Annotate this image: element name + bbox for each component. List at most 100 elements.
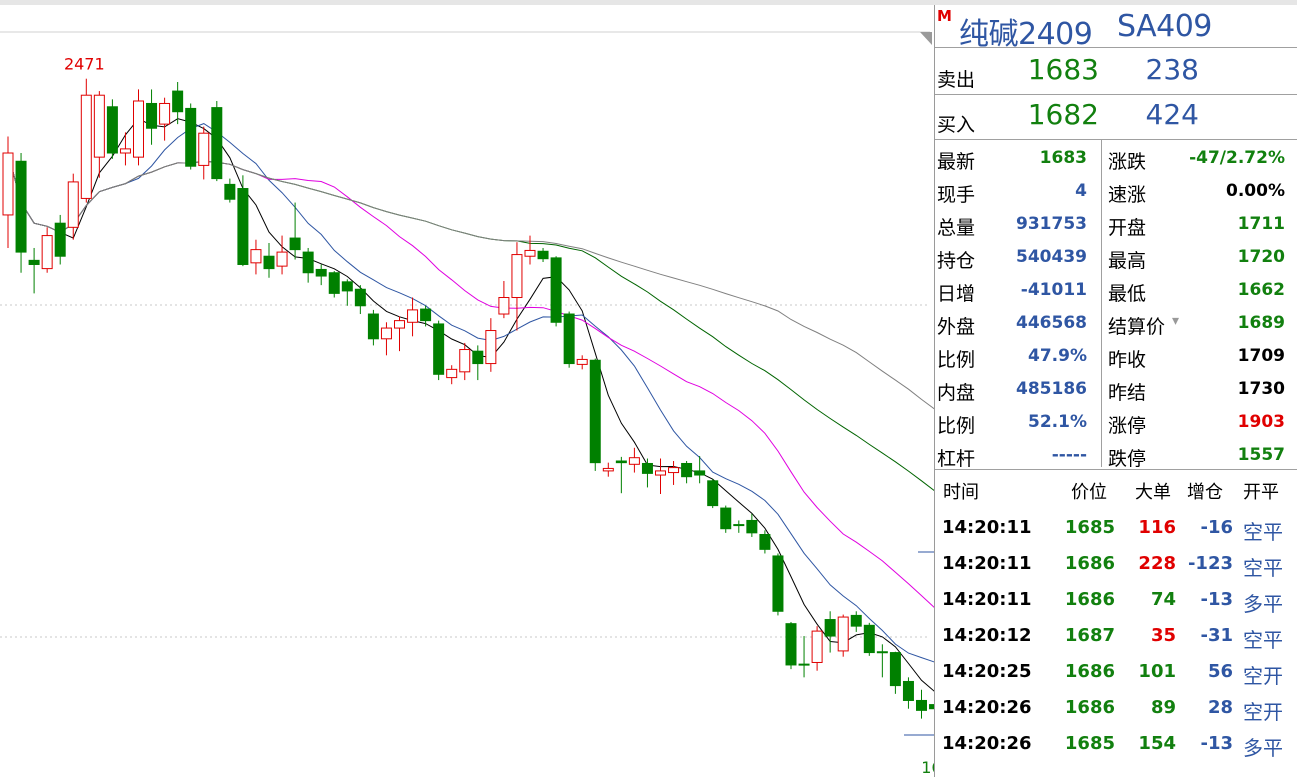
tick-oi-change: -13 [1200, 733, 1233, 754]
stat-value: -47/2.72% [1189, 148, 1285, 168]
kline-chart[interactable]: 2471 1662 [0, 5, 935, 777]
candle-down [224, 183, 236, 200]
sell-row[interactable]: 卖出 1683 238 [935, 51, 1297, 95]
sell-price: 1683 [1027, 53, 1099, 86]
candle-up [394, 320, 405, 329]
stat-label: 涨跌 [1108, 151, 1147, 173]
candle-up [446, 368, 458, 379]
candle-down [302, 251, 314, 274]
candle-up [93, 94, 105, 158]
stat-label: 速涨 [1108, 184, 1147, 206]
candle-down [694, 470, 706, 476]
tick-oi-change: -123 [1187, 553, 1233, 574]
buy-volume: 424 [1145, 98, 1199, 131]
candle-up [119, 148, 131, 154]
tick-row: 14:20:11 1686 228 -123 空平 [935, 547, 1297, 583]
candle-down [589, 359, 601, 464]
candle-down [15, 160, 27, 253]
tick-time: 14:20:11 [942, 517, 1032, 538]
candle-down [550, 257, 562, 323]
tick-volume: 154 [1138, 733, 1176, 754]
tick-oi-change: 28 [1207, 697, 1233, 718]
candle-down [850, 614, 862, 627]
stat-label: 跌停 [1108, 448, 1147, 470]
contract-code: SA409 [1117, 9, 1212, 44]
candle-down [472, 350, 484, 365]
candle-down [733, 524, 745, 527]
tick-price: 1686 [1064, 661, 1115, 682]
candle-down [772, 555, 784, 612]
quote-panel: M 纯碱2409 SA409 卖出 1683 238 买入 1682 424 最… [935, 5, 1297, 777]
candle-down [28, 259, 40, 265]
candle-down [354, 288, 366, 307]
candle-down [289, 237, 301, 251]
tick-price: 1686 [1064, 697, 1115, 718]
tick-volume: 74 [1150, 589, 1176, 610]
buy-row[interactable]: 买入 1682 424 [935, 96, 1297, 140]
candle-down [563, 313, 575, 365]
contract-title: M 纯碱2409 SA409 [935, 5, 1297, 52]
tick-oi-change: -13 [1200, 589, 1233, 610]
stat-row-right: 结算价 1689 [935, 307, 1297, 340]
chevron-down-icon[interactable]: ▾ [1172, 313, 1179, 329]
sell-label: 卖出 [937, 69, 976, 91]
stat-label: 涨停 [1108, 415, 1147, 437]
stat-value: 1730 [1237, 379, 1285, 399]
kline-chart-svg: 2471 1662 [0, 31, 934, 777]
stat-row-right: 跌停 1557 [935, 439, 1297, 472]
candle-down [863, 624, 875, 654]
corner-marker [920, 32, 932, 45]
ma10-line [7, 123, 934, 663]
candle-down [172, 90, 184, 113]
stat-label: 昨结 [1108, 382, 1147, 404]
tick-oi-change: 56 [1207, 661, 1233, 682]
candle-up [655, 470, 666, 476]
stat-label: 昨收 [1108, 349, 1147, 371]
ma60-line [7, 152, 934, 410]
tick-row: 14:20:25 1686 101 56 空开 [935, 655, 1297, 691]
candle-up [80, 94, 92, 199]
stat-label: 开盘 [1108, 217, 1147, 239]
stat-label: 最高 [1108, 250, 1147, 272]
candle-up [498, 297, 510, 315]
candle-up [524, 249, 536, 257]
tick-volume: 228 [1138, 553, 1176, 574]
divider [935, 139, 1297, 140]
tick-price: 1686 [1064, 589, 1115, 610]
high-price-label: 2471 [64, 55, 105, 74]
candle-up [459, 349, 471, 373]
candle-up [811, 630, 823, 663]
candle-down [146, 102, 158, 129]
tick-volume: 35 [1150, 625, 1176, 646]
stat-row-right: 速涨 0.00% [935, 175, 1297, 208]
tick-row: 14:20:12 1687 35 -31 空平 [935, 619, 1297, 655]
stat-value: 1720 [1237, 247, 1285, 267]
tick-price: 1687 [1064, 625, 1115, 646]
tick-open-close: 空开 [1243, 700, 1283, 724]
candle-down [889, 652, 901, 687]
candle-down [681, 462, 693, 478]
tick-open-close: 空开 [1243, 664, 1283, 688]
tick-row: 14:20:11 1686 74 -13 多平 [935, 583, 1297, 619]
tick-open-close: 多平 [1243, 592, 1283, 616]
stat-label: 结算价 [1108, 316, 1166, 338]
candle-up [133, 100, 144, 158]
candle-down [185, 107, 197, 167]
divider [935, 94, 1297, 95]
tick-oi-change: -16 [1200, 517, 1233, 538]
candle-up [67, 181, 79, 228]
stat-value: 1709 [1237, 346, 1285, 366]
stat-value: 1662 [1237, 280, 1285, 300]
stat-value: 1689 [1237, 313, 1285, 333]
tick-volume: 89 [1150, 697, 1176, 718]
buy-label: 买入 [937, 114, 976, 136]
candle-down [824, 619, 836, 637]
candle-down [106, 106, 118, 154]
candle-up [407, 309, 419, 323]
tick-row: 14:20:26 1686 89 28 空开 [935, 691, 1297, 727]
stat-value: 1557 [1237, 445, 1285, 465]
stat-value: 1711 [1237, 214, 1285, 234]
tick-open-close: 空平 [1243, 628, 1283, 652]
stat-value: 0.00% [1226, 181, 1285, 201]
col-open-close: 开平 [1243, 482, 1279, 503]
